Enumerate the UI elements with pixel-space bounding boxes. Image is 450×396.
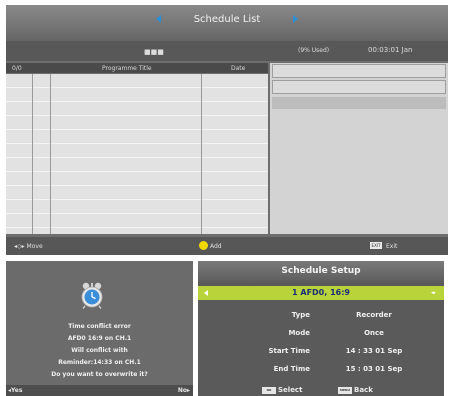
column-divider xyxy=(32,74,33,234)
detail-highlight xyxy=(272,97,446,109)
schedule-table[interactable] xyxy=(6,74,268,234)
column-date: Date xyxy=(231,65,246,72)
detail-panel xyxy=(270,63,448,234)
table-row[interactable] xyxy=(6,102,268,116)
table-row[interactable] xyxy=(6,74,268,88)
column-programme-title: Programme Title xyxy=(102,65,152,72)
move-hint: ◂◇▸ Move xyxy=(14,243,43,250)
move-label: Move xyxy=(26,243,43,250)
menu-key-icon[interactable]: MENU xyxy=(338,387,352,394)
start-time-label: Start Time xyxy=(268,347,310,355)
column-index: 0/0 xyxy=(12,65,22,72)
title-bar: Schedule List xyxy=(6,5,448,41)
column-divider xyxy=(50,74,51,234)
table-row[interactable] xyxy=(6,214,268,228)
setup-title: Schedule Setup xyxy=(281,266,361,276)
dialog-line: AFD0 16:9 on CH.1 xyxy=(67,335,132,342)
exit-label[interactable]: Exit xyxy=(386,243,397,250)
type-value[interactable]: Recorder xyxy=(338,311,410,319)
table-row[interactable] xyxy=(6,116,268,130)
yes-label: Yes xyxy=(11,387,23,394)
table-row[interactable] xyxy=(6,130,268,144)
ok-key-icon[interactable]: OK xyxy=(262,387,276,394)
end-time-value[interactable]: 15 : 03 01 Sep xyxy=(338,365,410,373)
storage-usage: (9% Used) xyxy=(298,47,330,54)
info-row: ■■■ (9% Used) 00:03:01 Jan xyxy=(6,41,448,61)
table-row[interactable] xyxy=(6,186,268,200)
schedule-setup-window: Schedule Setup 1 AFD0, 16:9 ◂▸ Type Reco… xyxy=(198,261,444,396)
setup-footer: OK Select MENU Back xyxy=(198,385,444,396)
schedule-list-window: Schedule List ■■■ (9% Used) 00:03:01 Jan… xyxy=(6,5,448,255)
table-row[interactable] xyxy=(6,88,268,102)
add-label[interactable]: Add xyxy=(210,243,222,250)
alarm-clock-icon xyxy=(81,282,103,309)
yes-button[interactable]: ◂Yes xyxy=(8,387,22,394)
table-row[interactable] xyxy=(6,158,268,172)
detail-field xyxy=(272,80,446,94)
clock: 00:03:01 Jan xyxy=(368,46,413,54)
type-label: Type xyxy=(291,311,310,319)
table-row[interactable] xyxy=(6,144,268,158)
table-row[interactable] xyxy=(6,200,268,214)
dialog-footer: ◂Yes No▸ xyxy=(6,385,193,396)
conflict-dialog: Time conflict error AFD0 16:9 on CH.1 Wi… xyxy=(6,261,193,396)
dialog-line: Do you want to overwrite it? xyxy=(51,371,148,378)
column-divider xyxy=(201,74,202,234)
no-button[interactable]: No▸ xyxy=(178,387,190,394)
arrow-right-icon[interactable] xyxy=(293,15,298,23)
setup-title-bar: Schedule Setup xyxy=(198,261,444,283)
footer-bar: ◂◇▸ Move Add EXIT Exit xyxy=(6,237,448,255)
back-label[interactable]: Back xyxy=(354,386,373,394)
table-header: 0/0 Programme Title Date xyxy=(6,63,268,73)
yellow-button-icon[interactable] xyxy=(199,241,208,250)
channel-selector[interactable]: 1 AFD0, 16:9 ◂▸ xyxy=(198,286,444,300)
dialog-line: Time conflict error xyxy=(68,323,131,330)
page-title: Schedule List xyxy=(193,14,261,25)
dialog-line: Will conflict with xyxy=(71,347,128,354)
status-indicator: ■■■ xyxy=(144,48,164,56)
exit-key-icon[interactable]: EXIT xyxy=(370,242,382,249)
no-label: No xyxy=(177,387,187,394)
channel-value: 1 AFD0, 16:9 xyxy=(292,288,350,297)
dialog-line: Reminder:14:33 on CH.1 xyxy=(58,359,141,366)
select-label[interactable]: Select xyxy=(278,386,302,394)
table-row[interactable] xyxy=(6,172,268,186)
start-time-value[interactable]: 14 : 33 01 Sep xyxy=(338,347,410,355)
mode-label: Mode xyxy=(288,329,310,337)
detail-field xyxy=(272,64,446,78)
chevron-right-icon[interactable]: ◂▸ xyxy=(431,290,436,296)
end-time-label: End Time xyxy=(273,365,310,373)
mode-value[interactable]: Once xyxy=(338,329,410,337)
